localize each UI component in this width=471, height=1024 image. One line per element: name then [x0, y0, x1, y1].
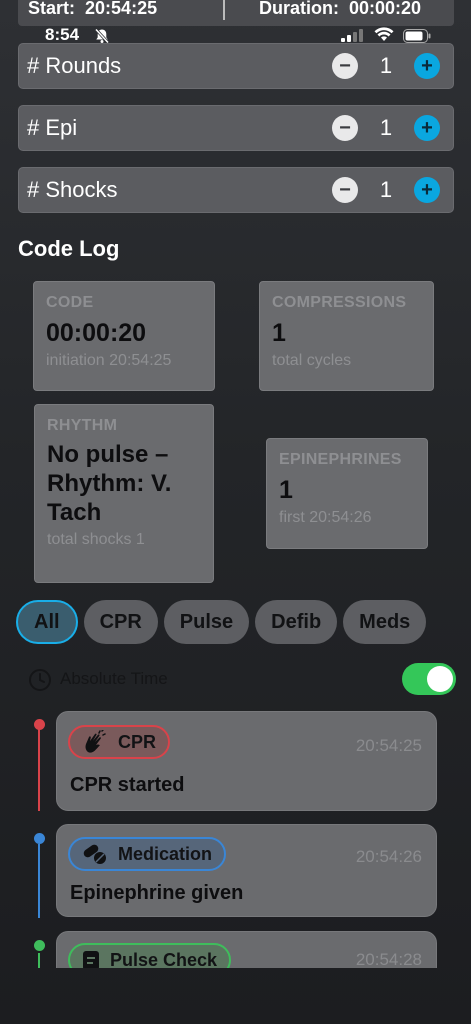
- duration-label: Duration:: [259, 0, 339, 18]
- start-time: Start: 20:54:25: [18, 0, 223, 19]
- epinephrines-card: EPINEPHRINES 1 first 20:54:26: [266, 438, 428, 549]
- code-card-title: CODE: [46, 294, 94, 311]
- timeline-dot-medication: [34, 833, 45, 844]
- epi-increment-button[interactable]: +: [414, 115, 440, 141]
- code-log-title: Code Log: [18, 236, 120, 261]
- summary-bar: Start: 20:54:25 Duration: 00:00:20: [18, 0, 454, 26]
- event-tag-cpr: CPR: [68, 725, 171, 759]
- epi-counter: # Epi − 1 +: [18, 105, 454, 151]
- epi-label: # Epi: [27, 115, 78, 140]
- compressions-card-title: COMPRESSIONS: [272, 294, 407, 311]
- compressions-card-sub: total cycles: [272, 352, 352, 369]
- filter-chips: All CPR Pulse Defib Meds: [16, 600, 453, 648]
- code-card: CODE 00:00:20 initiation 20:54:25: [33, 281, 215, 391]
- timeline-line-cpr: [38, 726, 40, 811]
- duration-value: 00:00:20: [349, 0, 422, 18]
- duration: Duration: 00:00:20: [225, 0, 454, 19]
- compressions-card-value: 1: [272, 319, 286, 347]
- filter-chip-pulse[interactable]: Pulse: [163, 600, 250, 644]
- event-tag-pulse-check: Pulse Check: [68, 943, 232, 969]
- event-tag-label-pulse-check: Pulse Check: [110, 949, 218, 969]
- rhythm-card-sub: total shocks 1: [47, 531, 145, 549]
- rounds-value: 1: [379, 53, 393, 78]
- epinephrines-card-title: EPINEPHRINES: [279, 451, 402, 468]
- hands-clapping-icon: [82, 730, 108, 754]
- toggle-knob: [427, 666, 453, 692]
- timeline-dot-cpr: [34, 719, 45, 730]
- clipboard-icon: [82, 949, 100, 968]
- event-description-medication: Epinephrine given: [70, 882, 244, 904]
- code-card-sub: initiation 20:54:25: [46, 352, 172, 369]
- event-tag-medication: Medication: [68, 837, 227, 871]
- start-value: 20:54:25: [85, 0, 158, 18]
- timeline-line-pulse: [38, 953, 40, 968]
- filter-chip-cpr[interactable]: CPR: [83, 600, 158, 644]
- absolute-time-label: Absolute Time: [60, 669, 168, 688]
- filter-chip-defib[interactable]: Defib: [255, 600, 338, 644]
- rounds-label: # Rounds: [27, 53, 122, 78]
- rhythm-card-value: No pulse – Rhythm: V. Tach: [47, 441, 172, 526]
- event-card-pulse-check[interactable]: Pulse Check 20:54:28: [56, 931, 437, 968]
- epinephrines-card-sub: first 20:54:26: [279, 509, 372, 526]
- rhythm-card: RHYTHM No pulse – Rhythm: V. Tach total …: [34, 404, 214, 583]
- epi-decrement-button[interactable]: −: [332, 115, 358, 141]
- event-tag-label-cpr: CPR: [118, 731, 157, 752]
- event-card-medication[interactable]: Medication 20:54:26 Epinephrine given: [56, 824, 437, 917]
- timeline-dot-pulse: [34, 940, 45, 951]
- start-label: Start:: [28, 0, 76, 18]
- timeline: CPR 20:54:25 CPR started Medication 20:5…: [0, 700, 471, 968]
- shocks-label: # Shocks: [27, 177, 118, 202]
- pills-icon: [82, 843, 108, 865]
- shocks-value: 1: [379, 177, 393, 202]
- compressions-card: COMPRESSIONS 1 total cycles: [259, 281, 434, 391]
- timeline-line-medication: [38, 844, 40, 918]
- code-card-value: 00:00:20: [46, 319, 147, 347]
- rhythm-card-title: RHYTHM: [47, 417, 118, 434]
- absolute-time-toggle[interactable]: [402, 663, 456, 695]
- status-time: 8:54: [45, 25, 80, 44]
- filter-chip-meds[interactable]: Meds: [343, 600, 427, 644]
- shocks-counter: # Shocks − 1 +: [18, 167, 454, 213]
- epinephrines-card-value: 1: [279, 476, 293, 504]
- event-time-medication: 20:54:26: [355, 847, 422, 866]
- absolute-time-row: Absolute Time: [28, 663, 456, 697]
- event-time-pulse-check: 20:54:28: [355, 950, 422, 968]
- event-time-cpr: 20:54:25: [355, 736, 422, 755]
- rounds-decrement-button[interactable]: −: [332, 53, 358, 79]
- clock-icon: [28, 668, 52, 697]
- shocks-decrement-button[interactable]: −: [332, 177, 358, 203]
- rounds-counter: # Rounds − 1 +: [18, 43, 454, 89]
- shocks-increment-button[interactable]: +: [414, 177, 440, 203]
- event-card-cpr[interactable]: CPR 20:54:25 CPR started: [56, 711, 437, 811]
- rounds-increment-button[interactable]: +: [414, 53, 440, 79]
- event-tag-label-medication: Medication: [118, 843, 213, 864]
- epi-value: 1: [379, 115, 393, 140]
- filter-chip-all[interactable]: All: [16, 600, 78, 644]
- event-description-cpr: CPR started: [70, 774, 185, 796]
